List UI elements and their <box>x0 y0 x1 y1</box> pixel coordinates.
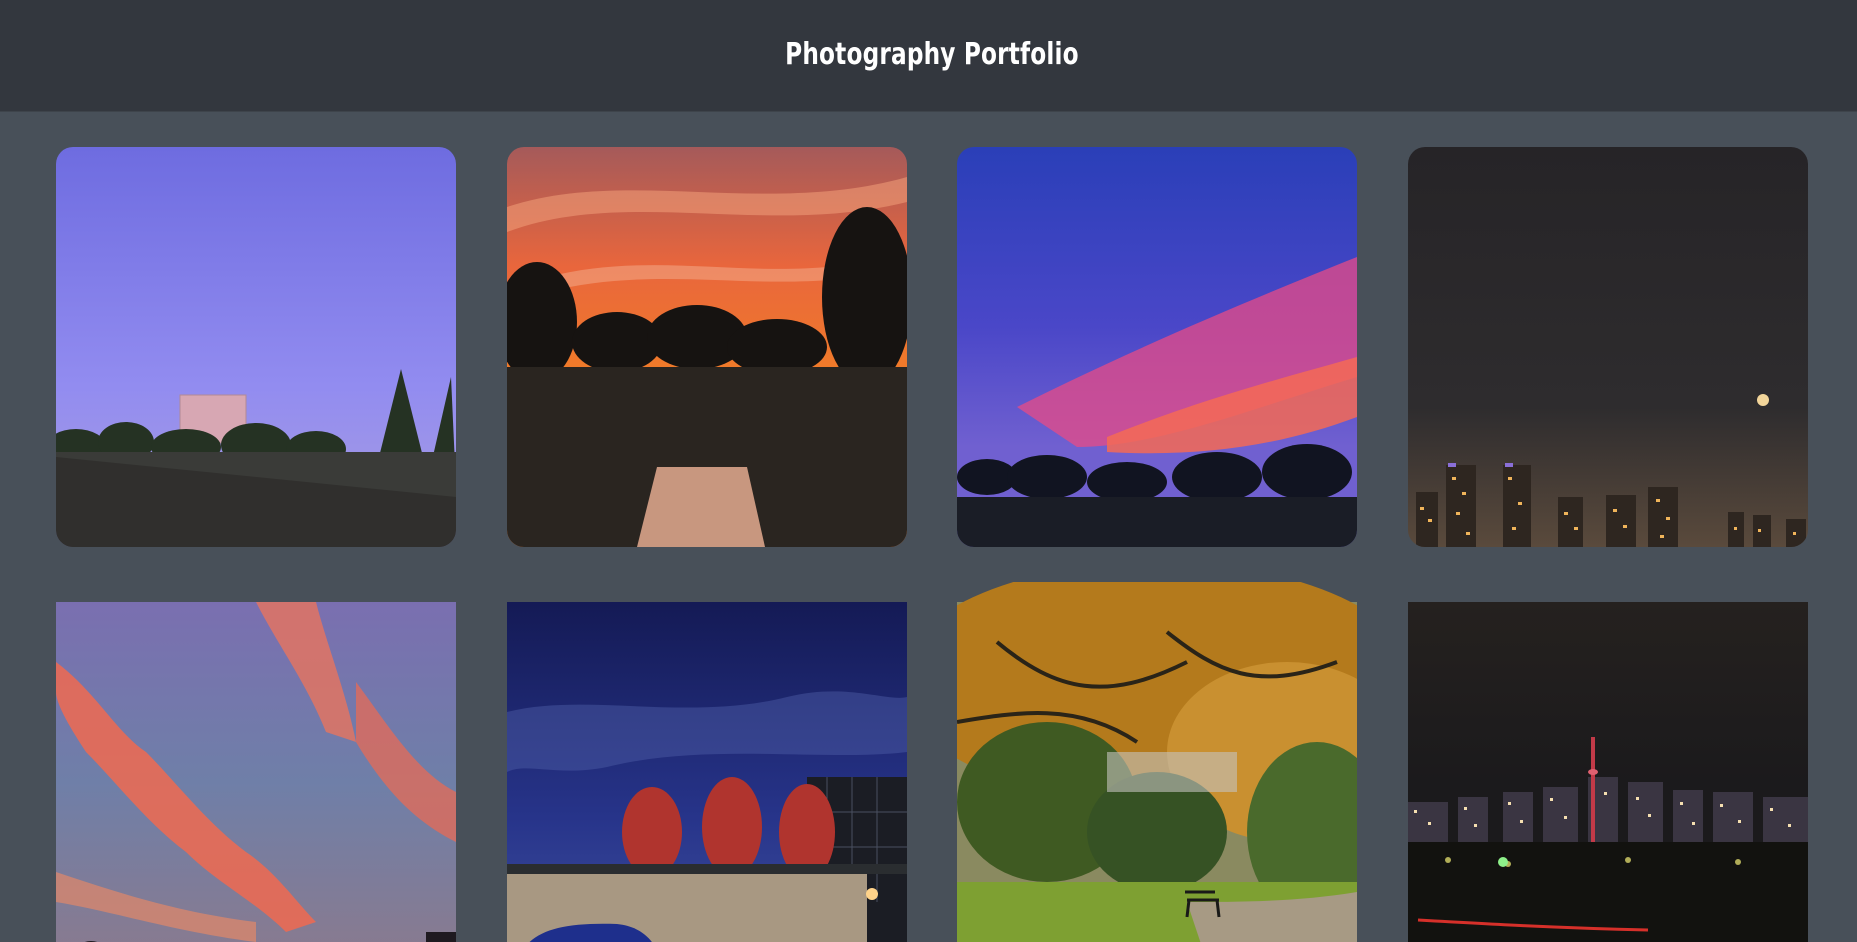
photo-image <box>1408 602 1808 942</box>
photo-image <box>957 582 1357 942</box>
photo-image <box>56 602 456 942</box>
photo-card[interactable] <box>1408 582 1808 942</box>
photo-card[interactable] <box>507 147 907 547</box>
photo-card[interactable] <box>507 582 907 942</box>
photo-image <box>507 147 907 547</box>
photo-card[interactable] <box>957 147 1357 547</box>
page-title: Photography Portfolio <box>785 37 1079 72</box>
photo-image <box>56 147 456 547</box>
photo-image <box>957 147 1357 547</box>
photo-image <box>1408 147 1808 547</box>
photo-card[interactable] <box>56 582 456 942</box>
photo-card[interactable] <box>56 147 456 547</box>
page-header: Photography Portfolio <box>0 0 1857 112</box>
photo-card[interactable] <box>957 582 1357 942</box>
photo-image <box>507 602 907 942</box>
photo-card[interactable] <box>1408 147 1808 547</box>
